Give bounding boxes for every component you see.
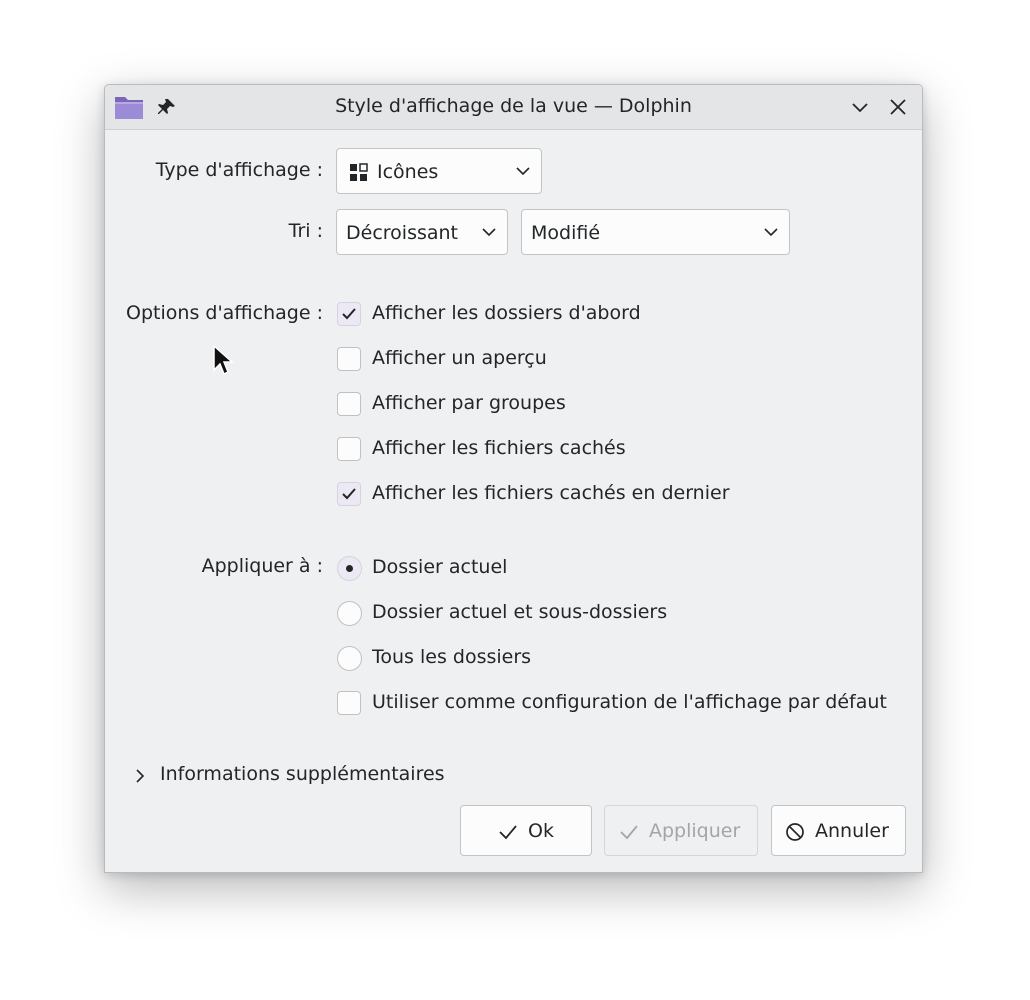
- chevron-right-icon: [136, 769, 145, 783]
- sort-order-combo[interactable]: Décroissant: [336, 209, 508, 255]
- apply-button-label: Appliquer: [649, 820, 741, 842]
- checkmark-icon: [342, 308, 356, 320]
- checkbox-label: Utiliser comme configuration de l'affich…: [372, 691, 887, 713]
- checkbox[interactable]: [337, 347, 361, 371]
- cancel-button[interactable]: Annuler: [771, 805, 906, 856]
- apply-button[interactable]: Appliquer: [604, 805, 758, 856]
- sort-field-combo[interactable]: Modifié: [521, 209, 790, 255]
- checkbox-label: Afficher les fichiers cachés en dernier: [372, 482, 730, 504]
- close-button[interactable]: [887, 96, 909, 118]
- radio-button[interactable]: [337, 556, 362, 581]
- dialog-window: Style d'affichage de la vue — Dolphin Ty…: [104, 84, 923, 873]
- checkbox[interactable]: [337, 392, 361, 416]
- title-bar: Style d'affichage de la vue — Dolphin: [105, 85, 922, 130]
- sort-field-value: Modifié: [531, 222, 601, 244]
- window-title: Style d'affichage de la vue — Dolphin: [335, 95, 692, 117]
- ok-button[interactable]: Ok: [460, 805, 592, 856]
- view-type-label: Type d'affichage :: [155, 159, 323, 181]
- sort-label: Tri :: [288, 220, 323, 242]
- checkbox[interactable]: [337, 691, 361, 715]
- icons-view-icon: [350, 163, 368, 181]
- mouse-pointer-icon: [213, 344, 234, 376]
- checkbox-label: Afficher par groupes: [372, 392, 566, 414]
- radio-button[interactable]: [337, 601, 362, 626]
- checkbox-label: Afficher un aperçu: [372, 347, 547, 369]
- minimize-button[interactable]: [849, 96, 871, 118]
- radio-label: Tous les dossiers: [372, 646, 532, 668]
- radio-label: Dossier actuel et sous-dossiers: [372, 601, 668, 623]
- expander-label: Informations supplémentaires: [160, 763, 445, 785]
- check-icon: [620, 825, 638, 840]
- chevron-down-icon: [516, 167, 530, 176]
- ok-button-label: Ok: [528, 820, 554, 842]
- radio-button[interactable]: [337, 646, 362, 671]
- checkbox[interactable]: [337, 437, 361, 461]
- view-type-combo[interactable]: Icônes: [336, 148, 542, 194]
- apply-to-label: Appliquer à :: [201, 555, 323, 577]
- checkbox-label: Afficher les dossiers d'abord: [372, 302, 641, 324]
- checkmark-icon: [342, 488, 356, 500]
- checkbox-label: Afficher les fichiers cachés: [372, 437, 626, 459]
- radio-label: Dossier actuel: [372, 556, 508, 578]
- checkbox[interactable]: [337, 302, 361, 326]
- display-options-label: Options d'affichage :: [126, 302, 323, 324]
- checkbox[interactable]: [337, 482, 361, 506]
- check-icon: [499, 825, 517, 840]
- chevron-down-icon: [482, 228, 496, 237]
- sort-order-value: Décroissant: [346, 222, 458, 244]
- view-type-value: Icônes: [377, 161, 439, 183]
- cancel-icon: [786, 823, 804, 841]
- chevron-down-icon: [764, 228, 778, 237]
- cancel-button-label: Annuler: [815, 820, 889, 842]
